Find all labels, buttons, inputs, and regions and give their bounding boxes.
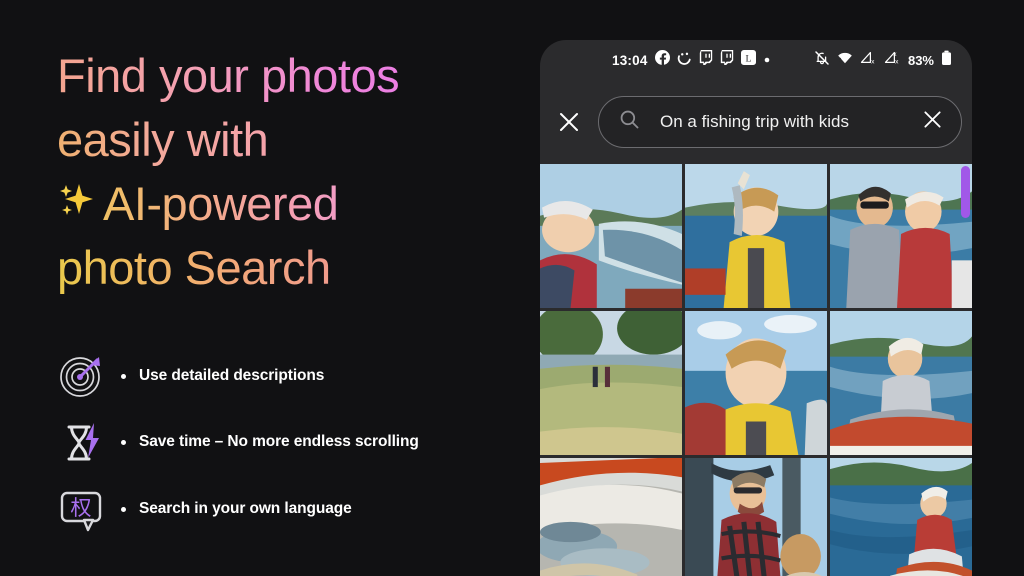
target-arrow-icon	[57, 352, 111, 400]
status-bar-clock: 13:04	[612, 52, 648, 68]
smiley-icon	[677, 50, 692, 70]
search-header: On a fishing trip with kids	[540, 80, 972, 164]
svg-text:x: x	[895, 58, 899, 65]
bullet-dot	[121, 373, 126, 379]
translate-glyph: 权	[71, 496, 92, 520]
svg-text:x: x	[871, 58, 875, 65]
battery-percentage: 83%	[907, 52, 934, 68]
clear-search-button[interactable]	[922, 109, 943, 135]
phone-mockup: 13:04 L x x x 83% On a fishing trip with…	[540, 40, 972, 576]
status-bar: 13:04 L x x x 83%	[540, 40, 972, 80]
photo-thumbnail[interactable]	[540, 458, 682, 576]
feature-label: Use detailed descriptions	[139, 367, 325, 384]
battery-full-icon	[941, 50, 952, 71]
translate-speech-bubble-icon: 权	[57, 485, 111, 533]
headline-line-3: AI-powered	[57, 172, 527, 236]
close-search-button[interactable]	[540, 111, 598, 133]
status-bar-left: 13:04 L	[612, 50, 771, 70]
photo-thumbnail[interactable]	[540, 311, 682, 455]
search-query-text[interactable]: On a fishing trip with kids	[660, 112, 922, 132]
scroll-thumb[interactable]	[961, 166, 970, 218]
svg-text:L: L	[745, 54, 751, 65]
search-input[interactable]: On a fishing trip with kids	[598, 96, 962, 148]
promo-screenshot: Find your photos easily with AI-powered …	[0, 0, 1024, 576]
photo-grid[interactable]	[540, 164, 972, 576]
photo-thumbnail[interactable]	[830, 458, 972, 576]
photo-thumbnail[interactable]	[540, 164, 682, 308]
status-bar-right: x xx 83%	[814, 50, 952, 71]
notifications-muted-icon	[814, 50, 830, 71]
photo-thumbnail[interactable]	[830, 311, 972, 455]
photo-thumbnail[interactable]	[685, 164, 827, 308]
photo-thumbnail[interactable]	[685, 311, 827, 455]
feature-label: Search in your own language	[139, 500, 352, 517]
feature-item-save-time: Save time – No more endless scrolling	[57, 418, 419, 466]
headline-line-1: Find your photos	[57, 44, 527, 108]
feature-item-detailed-descriptions: Use detailed descriptions	[57, 352, 324, 400]
mobile-signal-off-icon: x	[860, 50, 877, 71]
bullet-dot	[121, 439, 126, 445]
search-icon	[619, 109, 640, 135]
mobile-signal-off-icon: xx	[884, 50, 901, 71]
photo-thumbnail[interactable]	[830, 164, 972, 308]
twitch-icon	[699, 50, 713, 70]
sparkles-icon	[57, 174, 101, 238]
feature-label: Save time – No more endless scrolling	[139, 433, 419, 450]
wifi-icon	[837, 50, 853, 71]
bullet-dot	[121, 506, 126, 512]
dot-icon	[763, 51, 771, 69]
photo-thumbnail[interactable]	[685, 458, 827, 576]
page-title: Find your photos easily with AI-powered …	[57, 44, 527, 300]
twitch-icon	[720, 50, 734, 70]
letter-l-badge-icon: L	[740, 50, 756, 70]
headline-line-2: easily with	[57, 108, 527, 172]
facebook-icon	[654, 50, 670, 70]
hourglass-bolt-icon	[57, 418, 111, 466]
headline-line-4: photo Search	[57, 236, 527, 300]
marketing-panel: Find your photos easily with AI-powered …	[0, 0, 540, 576]
feature-item-own-language: 权 Search in your own language	[57, 485, 352, 533]
